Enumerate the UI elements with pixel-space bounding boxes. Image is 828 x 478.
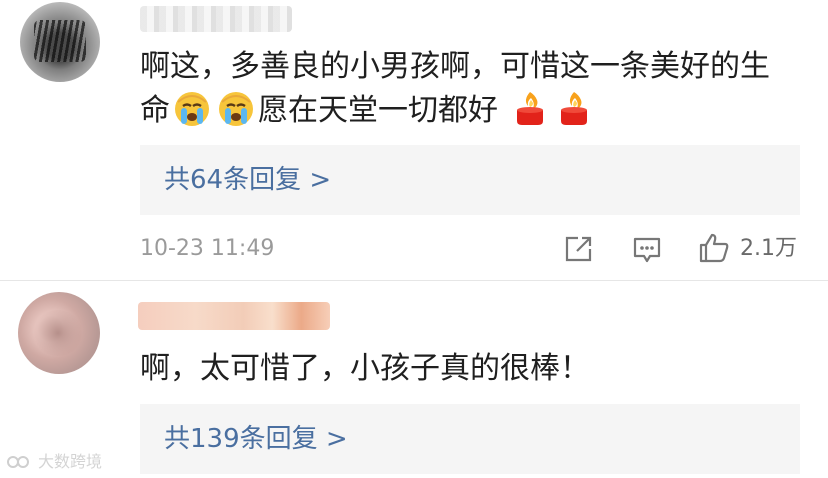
comment-timestamp: 10-23 11:49 bbox=[140, 236, 275, 261]
divider bbox=[0, 280, 828, 281]
view-replies-link[interactable]: 共64条回复 > bbox=[164, 145, 331, 215]
avatar[interactable] bbox=[18, 292, 100, 374]
comment-text-line2-end: 愿在天堂一切都好 bbox=[258, 93, 498, 128]
reply-summary[interactable]: 共64条回复 > bbox=[140, 145, 800, 215]
comment-text: 啊，太可惜了，小孩子真的很棒！ bbox=[140, 351, 590, 386]
comment-text: 啊这，多善良的小男孩啊，可惜这一条美好的生命 愿在天堂一切都好 bbox=[140, 46, 800, 132]
view-replies-link[interactable]: 共139条回复 > bbox=[164, 404, 348, 474]
comment-text-line1: 啊这，多善良的小男孩啊，可惜这一条美好的生 bbox=[140, 49, 770, 84]
crying-face-icon bbox=[216, 88, 256, 128]
candle-icon bbox=[510, 88, 550, 128]
candle-icon bbox=[554, 88, 594, 128]
like-count: 2.1万 bbox=[740, 236, 797, 261]
share-icon[interactable] bbox=[564, 235, 594, 263]
watermark-text: 大数跨境 bbox=[38, 452, 103, 471]
thumbs-up-icon[interactable] bbox=[698, 232, 730, 264]
username-blurred[interactable] bbox=[138, 302, 330, 330]
username-blurred[interactable] bbox=[140, 6, 292, 32]
avatar[interactable] bbox=[20, 2, 100, 82]
watermark-logo-icon bbox=[7, 456, 29, 468]
reply-summary[interactable]: 共139条回复 > bbox=[140, 404, 800, 474]
comment-icon[interactable] bbox=[632, 235, 662, 265]
comment-text-line2-start: 命 bbox=[140, 93, 170, 128]
crying-face-icon bbox=[172, 88, 212, 128]
